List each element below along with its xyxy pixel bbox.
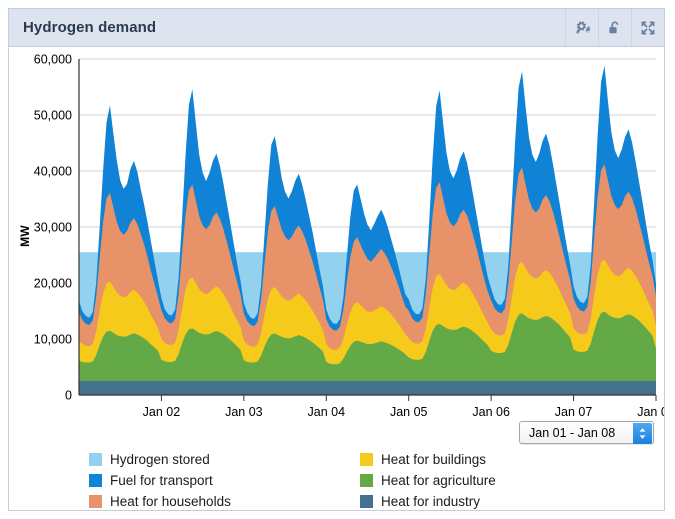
legend-swatch-icon	[360, 495, 373, 508]
y-tick-label: 30,000	[34, 221, 72, 235]
stacked-area-chart[interactable]: 0 10,000 20,000 30,000 40,000 50,000 60,000 Jan…	[9, 47, 664, 447]
x-tick-label: Jan 02	[143, 405, 181, 419]
legend-column-left: Hydrogen stored Fuel for transport Heat …	[89, 449, 231, 512]
x-tick-label: Jan 05	[390, 405, 428, 419]
date-range-select[interactable]: Jan 01 - Jan 08	[519, 421, 654, 444]
hydrogen-demand-panel: Hydrogen demand MW 0 10,000 20,000 30,00…	[8, 8, 665, 511]
expand-fullscreen-icon[interactable]	[631, 9, 664, 46]
settings-gears-icon[interactable]	[565, 9, 598, 46]
x-tick-label: Jan 08	[637, 405, 664, 419]
y-tick-label: 50,000	[34, 109, 72, 123]
stepper-chevrons-icon[interactable]	[633, 423, 652, 444]
legend-item-label: Hydrogen stored	[110, 452, 210, 467]
x-tick-label: Jan 07	[555, 405, 593, 419]
legend-item-label: Heat for industry	[381, 494, 481, 509]
legend-item[interactable]: Heat for buildings	[360, 449, 496, 470]
chart-region: MW 0 10,000 20,000 30,000 40,000 50,000 60,000…	[9, 47, 664, 447]
y-tick-label: 60,000	[34, 53, 72, 67]
legend-item-label: Heat for households	[110, 494, 231, 509]
y-tick-label: 0	[65, 389, 72, 403]
legend-item[interactable]: Heat for agriculture	[360, 470, 496, 491]
legend-swatch-icon	[89, 495, 102, 508]
x-tick-label: Jan 06	[472, 405, 510, 419]
legend-item-label: Heat for buildings	[381, 452, 487, 467]
legend-item-label: Heat for agriculture	[381, 473, 496, 488]
legend-item[interactable]: Heat for industry	[360, 491, 496, 512]
chart-legend: Hydrogen stored Fuel for transport Heat …	[9, 449, 664, 511]
page-title: Hydrogen demand	[23, 19, 157, 36]
date-range-select-value: Jan 01 - Jan 08	[529, 425, 616, 440]
panel-header-tools	[565, 9, 664, 46]
x-tick-label: Jan 03	[225, 405, 263, 419]
legend-item[interactable]: Heat for households	[89, 491, 231, 512]
legend-swatch-icon	[89, 453, 102, 466]
legend-swatch-icon	[360, 453, 373, 466]
y-tick-label: 20,000	[34, 277, 72, 291]
date-range-select-wrapper: Jan 01 - Jan 08	[519, 421, 654, 444]
legend-column-right: Heat for buildings Heat for agriculture …	[360, 449, 496, 512]
area-heat-for-industry	[79, 381, 656, 395]
x-tick-label: Jan 04	[308, 405, 346, 419]
y-tick-label: 10,000	[34, 333, 72, 347]
unlock-padlock-icon[interactable]	[598, 9, 631, 46]
legend-swatch-icon	[89, 474, 102, 487]
legend-swatch-icon	[360, 474, 373, 487]
panel-header: Hydrogen demand	[9, 9, 664, 47]
legend-item-label: Fuel for transport	[110, 473, 213, 488]
legend-item[interactable]: Fuel for transport	[89, 470, 231, 491]
legend-item[interactable]: Hydrogen stored	[89, 449, 231, 470]
y-tick-label: 40,000	[34, 165, 72, 179]
